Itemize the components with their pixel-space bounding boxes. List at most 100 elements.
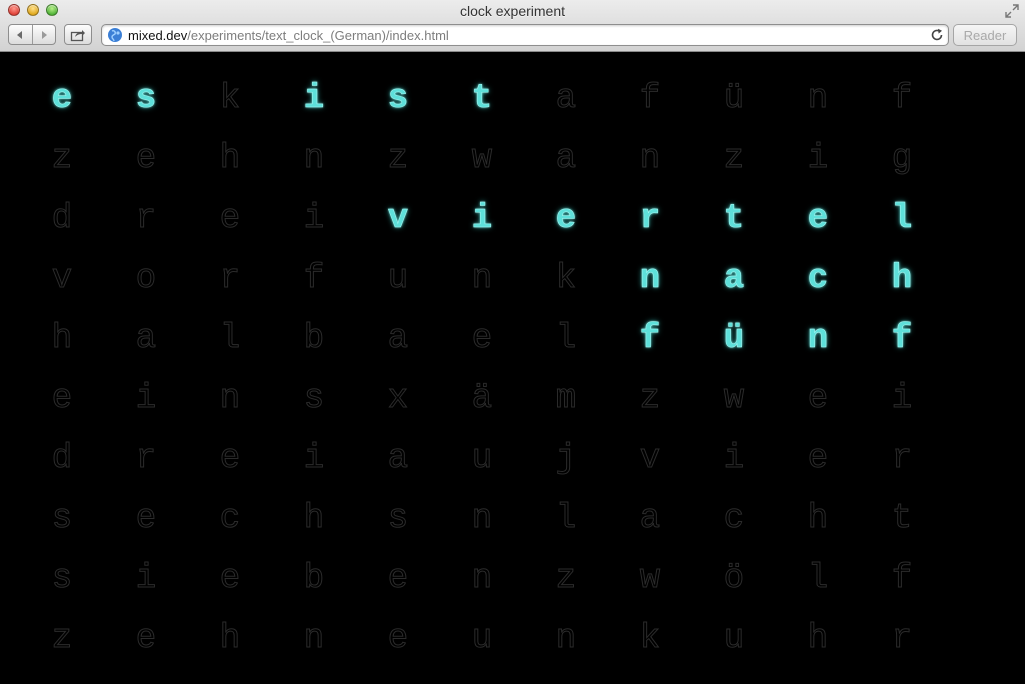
clock-letter: w (639, 560, 661, 599)
clock-letter: l (807, 560, 829, 599)
clock-letter: k (555, 260, 577, 299)
clock-letter: u (471, 620, 493, 659)
globe-icon (108, 28, 122, 42)
clock-letter: k (639, 620, 661, 659)
clock-letter: s (387, 500, 409, 539)
word-clock-grid: eskistafünfzehnzwanzigdreiviertelvorfunk… (20, 75, 944, 675)
clock-letter: n (807, 80, 829, 119)
clock-letter: r (891, 440, 913, 479)
clock-letter: h (807, 620, 829, 659)
clock-letter: z (555, 560, 577, 599)
clock-letter: a (387, 440, 409, 479)
clock-letter: j (555, 440, 577, 479)
forward-button[interactable] (31, 25, 56, 44)
clock-letter-lit: l (891, 200, 913, 239)
clock-letter: h (807, 500, 829, 539)
clock-letter-lit: f (891, 320, 913, 359)
fullscreen-icon[interactable] (1005, 4, 1019, 18)
clock-letter-lit: v (387, 200, 409, 239)
clock-letter: n (219, 380, 241, 419)
address-bar[interactable]: mixed.dev/experiments/text_clock_(German… (101, 24, 949, 46)
clock-letter: e (387, 620, 409, 659)
reload-icon[interactable] (930, 28, 944, 42)
clock-letter: n (303, 620, 325, 659)
clock-letter: i (303, 200, 325, 239)
chevron-left-icon (17, 30, 23, 39)
clock-letter-lit: h (891, 260, 913, 299)
clock-letter: r (219, 260, 241, 299)
clock-letter: f (891, 80, 913, 119)
clock-letter: i (891, 380, 913, 419)
clock-letter: i (723, 440, 745, 479)
clock-letter-lit: c (807, 260, 829, 299)
reader-button[interactable]: Reader (953, 24, 1017, 46)
clock-letter: n (471, 260, 493, 299)
clock-letter: s (51, 560, 73, 599)
clock-letter: z (639, 380, 661, 419)
clock-letter: b (303, 320, 325, 359)
clock-letter: u (387, 260, 409, 299)
clock-letter: e (471, 320, 493, 359)
clock-letter: e (135, 620, 157, 659)
clock-letter: a (387, 320, 409, 359)
clock-letter: z (723, 140, 745, 179)
clock-letter: k (219, 80, 241, 119)
clock-letter: z (387, 140, 409, 179)
clock-letter: s (51, 500, 73, 539)
clock-letter: l (555, 500, 577, 539)
clock-letter: e (219, 560, 241, 599)
clock-letter-lit: n (807, 320, 829, 359)
clock-letter: v (639, 440, 661, 479)
clock-letter: e (219, 440, 241, 479)
clock-letter: d (51, 440, 73, 479)
page-content: eskistafünfzehnzwanzigdreiviertelvorfunk… (0, 53, 1025, 684)
clock-letter-lit: a (723, 260, 745, 299)
clock-letter: e (219, 200, 241, 239)
clock-letter: d (51, 200, 73, 239)
clock-letter: e (387, 560, 409, 599)
clock-letter: h (219, 620, 241, 659)
clock-letter: c (723, 500, 745, 539)
share-icon (70, 29, 85, 41)
clock-letter: c (219, 500, 241, 539)
clock-letter: w (723, 380, 745, 419)
clock-letter: e (807, 380, 829, 419)
clock-letter: a (555, 80, 577, 119)
clock-letter: m (555, 380, 577, 419)
clock-letter: l (219, 320, 241, 359)
clock-letter-lit: ü (723, 320, 745, 359)
clock-letter: g (891, 140, 913, 179)
clock-letter-lit: e (555, 200, 577, 239)
clock-letter: r (135, 200, 157, 239)
clock-letter: f (891, 560, 913, 599)
clock-letter: i (807, 140, 829, 179)
clock-letter: e (135, 140, 157, 179)
share-button[interactable] (64, 24, 92, 45)
clock-letter-lit: e (807, 200, 829, 239)
clock-letter: i (303, 440, 325, 479)
clock-letter: a (555, 140, 577, 179)
clock-letter: v (51, 260, 73, 299)
chevron-right-icon (41, 30, 47, 39)
clock-letter-lit: i (471, 200, 493, 239)
clock-letter: ö (723, 560, 745, 599)
back-button[interactable] (9, 25, 32, 44)
clock-letter: n (639, 140, 661, 179)
clock-letter: x (387, 380, 409, 419)
clock-letter: n (471, 500, 493, 539)
clock-letter: r (135, 440, 157, 479)
history-nav (8, 24, 56, 45)
clock-letter: ä (471, 380, 493, 419)
clock-letter: f (303, 260, 325, 299)
clock-letter-lit: n (639, 260, 661, 299)
clock-letter-lit: s (387, 80, 409, 119)
clock-letter: n (471, 560, 493, 599)
clock-letter-lit: f (639, 320, 661, 359)
clock-letter: u (471, 440, 493, 479)
clock-letter: e (807, 440, 829, 479)
clock-letter: u (723, 620, 745, 659)
clock-letter: a (135, 320, 157, 359)
window-title: clock experiment (459, 3, 566, 19)
url-text[interactable]: mixed.dev/experiments/text_clock_(German… (128, 28, 449, 43)
clock-letter: ü (723, 80, 745, 119)
